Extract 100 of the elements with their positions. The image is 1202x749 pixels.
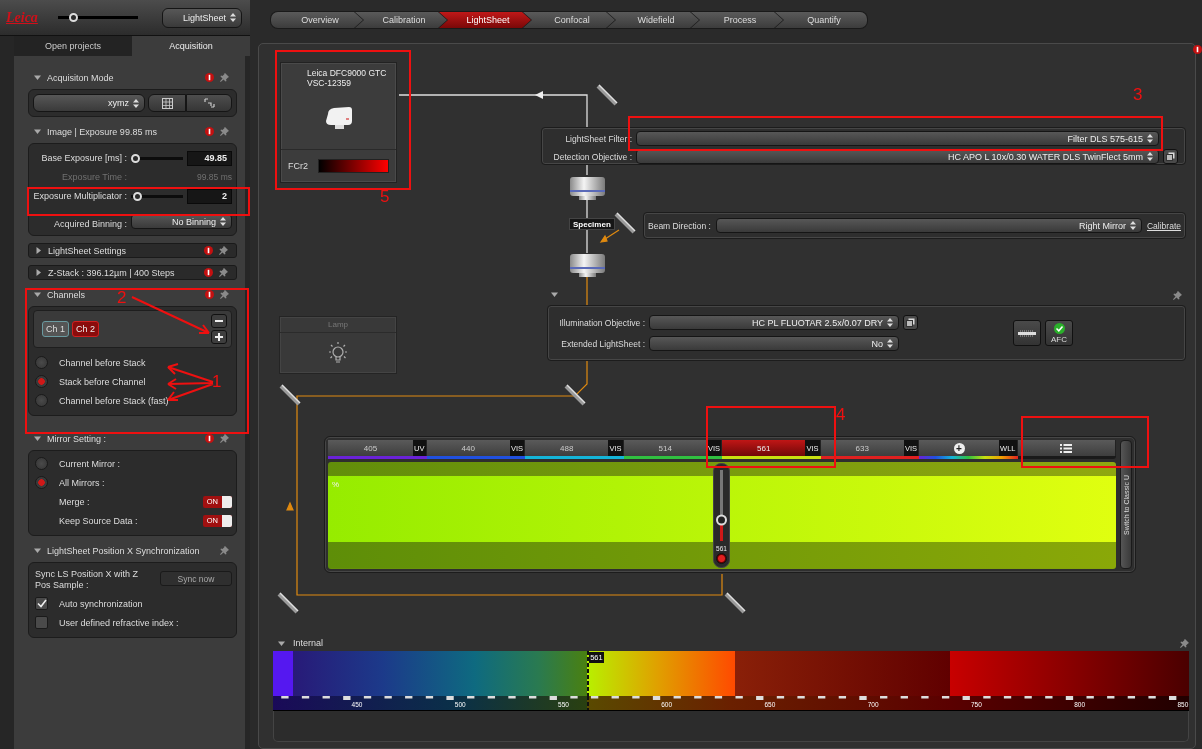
mirror-drawing [614, 212, 636, 234]
field-label: Exposure Time : [60, 172, 127, 182]
scan-button[interactable] [186, 94, 232, 112]
slider[interactable] [131, 191, 183, 201]
dropdown[interactable]: Filter DLS 575-615 [636, 131, 1159, 146]
field-label: Acquired Binning : [52, 219, 127, 229]
channel-chip[interactable]: Ch 1 [42, 321, 69, 337]
specimen-label: Specimen [569, 218, 615, 230]
afc-button[interactable]: AFC [1045, 320, 1073, 346]
caret-icon[interactable] [34, 435, 41, 442]
settings-copy-button[interactable] [903, 315, 918, 330]
mirror-drawing [596, 84, 618, 106]
section-header[interactable]: Z-Stack : 396.12µm | 400 Steps [28, 265, 237, 280]
unit-label: % [332, 480, 340, 490]
section-title: Channels [47, 289, 86, 300]
workflow-step-tab[interactable]: Overview [271, 12, 363, 28]
add-channel-button[interactable] [211, 330, 227, 344]
caret-icon[interactable] [278, 639, 285, 647]
pin-icon[interactable] [220, 434, 229, 443]
annotation-number: 4 [836, 406, 846, 423]
power-button[interactable] [716, 553, 727, 564]
pin-icon[interactable] [1173, 291, 1182, 300]
caret-icon[interactable] [34, 128, 41, 135]
radio-button[interactable] [35, 457, 48, 470]
lut-gradient-bar[interactable] [318, 159, 389, 173]
calibrate-link[interactable]: Calibrate [1146, 220, 1181, 231]
pin-icon[interactable] [220, 127, 229, 136]
remove-channel-button[interactable] [211, 314, 227, 328]
workflow-step-tab[interactable]: Calibration [355, 12, 447, 28]
radio-button[interactable] [35, 394, 48, 407]
perspective-dropdown[interactable]: LightSheet [162, 7, 242, 28]
updown-arrows-icon [1147, 134, 1153, 143]
channel-chip[interactable]: Ch 2 [72, 321, 100, 337]
camera-card[interactable]: Leica DFC9000 GTC VSC-12359 FCr2 [280, 62, 397, 183]
workflow-step-tab[interactable]: LightSheet [439, 12, 531, 28]
mirror-drawing [724, 592, 746, 614]
section-title: Internal [293, 638, 325, 648]
copy-icon [906, 318, 915, 327]
mirror-drawing [277, 592, 299, 614]
slider-thumb[interactable] [131, 153, 140, 163]
workflow-step-tab[interactable]: Quantify [775, 12, 867, 28]
toggle-label: Keep Source Data : [59, 515, 138, 526]
list-view-button[interactable] [1017, 440, 1116, 456]
field-label: Detection Objective : [552, 151, 632, 162]
grid-icon [161, 97, 173, 109]
dropdown[interactable]: HC PL FLUOTAR 2.5x/0.07 DRY [649, 315, 899, 330]
list-icon [1060, 443, 1073, 453]
updown-arrows-icon [887, 339, 893, 348]
mirror-drawing [564, 384, 586, 406]
mode-dropdown[interactable]: xymz [33, 94, 145, 112]
slider-thumb[interactable] [133, 191, 143, 201]
pin-icon[interactable] [219, 268, 228, 277]
pin-icon[interactable] [219, 246, 228, 255]
value-field[interactable]: 49.85 [187, 150, 232, 166]
workflow-step-tab[interactable]: Widefield [607, 12, 699, 28]
pin-icon[interactable] [220, 290, 229, 299]
check-icon [1053, 322, 1065, 334]
pin-icon[interactable] [1180, 638, 1189, 648]
logo: Leica [6, 9, 39, 26]
radio-button[interactable] [35, 356, 48, 369]
beam-direction-dropdown[interactable]: Right Mirror [715, 218, 1142, 233]
radio-label: Current Mirror : [59, 458, 120, 469]
mirror-drawing [279, 384, 301, 406]
pin-icon[interactable] [220, 73, 229, 82]
dropdown[interactable]: No [649, 336, 899, 351]
field-label: Illumination Objective : [558, 317, 645, 328]
caret-icon[interactable] [551, 291, 558, 298]
slider-thumb[interactable] [716, 514, 727, 526]
field-label: Exposure Multiplicator : [33, 191, 127, 201]
caret-icon[interactable] [35, 269, 42, 276]
checkbox-label: User defined refractive index : [59, 617, 179, 628]
settings-copy-button[interactable] [1163, 149, 1178, 164]
radio-button[interactable] [35, 375, 48, 388]
updown-arrows-icon [1129, 221, 1136, 230]
updown-arrows-icon [133, 98, 139, 108]
section-title: Image | Exposure 99.85 ms [47, 126, 157, 137]
bracket-arrows-icon [203, 98, 215, 108]
caret-icon[interactable] [34, 291, 41, 298]
workflow-step-tab[interactable]: Process [691, 12, 783, 28]
caret-icon[interactable] [35, 247, 42, 254]
updown-arrows-icon [220, 217, 226, 226]
pin-icon[interactable] [220, 546, 229, 555]
radio-button[interactable] [35, 476, 48, 489]
slider-thumb[interactable] [68, 13, 78, 22]
lut-label: FCr2 [288, 161, 308, 171]
radio-label: All Mirrors : [59, 477, 105, 488]
section-header[interactable]: LightSheet Settings [28, 243, 237, 258]
caret-icon[interactable] [34, 74, 41, 81]
section-title: Z-Stack : 396.12µm | 400 Steps [48, 267, 175, 278]
stage-button[interactable] [1013, 320, 1041, 346]
stage-icon [1018, 329, 1036, 337]
section-title: Mirror Setting : [47, 433, 106, 444]
updown-arrows-icon [230, 13, 236, 22]
field-label: LightSheet Filter : [564, 133, 632, 144]
sidebar-tab[interactable]: Acquisition [132, 36, 250, 56]
camera-name: VSC-12359 [307, 78, 352, 88]
workflow-step-tab[interactable]: Confocal [523, 12, 615, 28]
radio-label: Stack before Channel [59, 376, 146, 387]
tile-button[interactable] [148, 94, 186, 112]
objective-lens-drawing [570, 175, 605, 200]
